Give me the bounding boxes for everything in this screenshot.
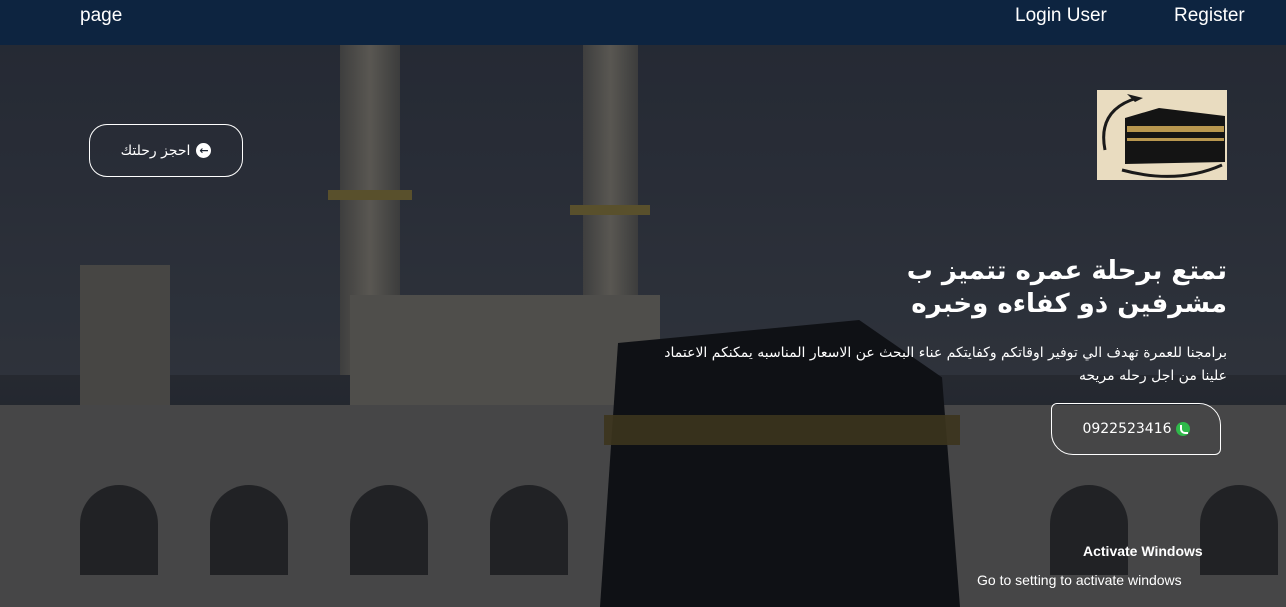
whatsapp-icon — [1175, 422, 1190, 436]
headline-line-1: تمتع برحلة عمره تتميز ب — [906, 256, 1227, 286]
top-navbar: page Login User Register — [0, 0, 1286, 45]
book-trip-label: احجز رحلتك — [120, 142, 191, 159]
whatsapp-phone-button[interactable]: 0922523416 — [1051, 403, 1221, 455]
hero-description: برامجنا للعمرة تهدف الي توفير اوقاتكم وك… — [664, 345, 1227, 384]
activate-windows-subtitle: Go to setting to activate windows — [977, 572, 1182, 588]
headline-line-2: مشرفين ذو كفاءه وخبره — [911, 289, 1227, 319]
nav-page-link[interactable]: page — [80, 5, 122, 27]
nav-register-link[interactable]: Register — [1174, 5, 1245, 27]
nav-login-link[interactable]: Login User — [1015, 5, 1107, 27]
hero-headline: تمتع برحلة عمره تتميز ب مشرفين ذو كفاءه … — [760, 255, 1227, 321]
hero-section: ← احجز رحلتك تمتع برحلة عمره تتميز ب مشر… — [0, 45, 1286, 607]
activate-windows-title: Activate Windows — [1083, 543, 1203, 559]
book-trip-button[interactable]: ← احجز رحلتك — [89, 124, 243, 177]
phone-number: 0922523416 — [1082, 421, 1172, 437]
logo — [1097, 90, 1227, 180]
circle-arrow-left-icon: ← — [196, 143, 212, 158]
